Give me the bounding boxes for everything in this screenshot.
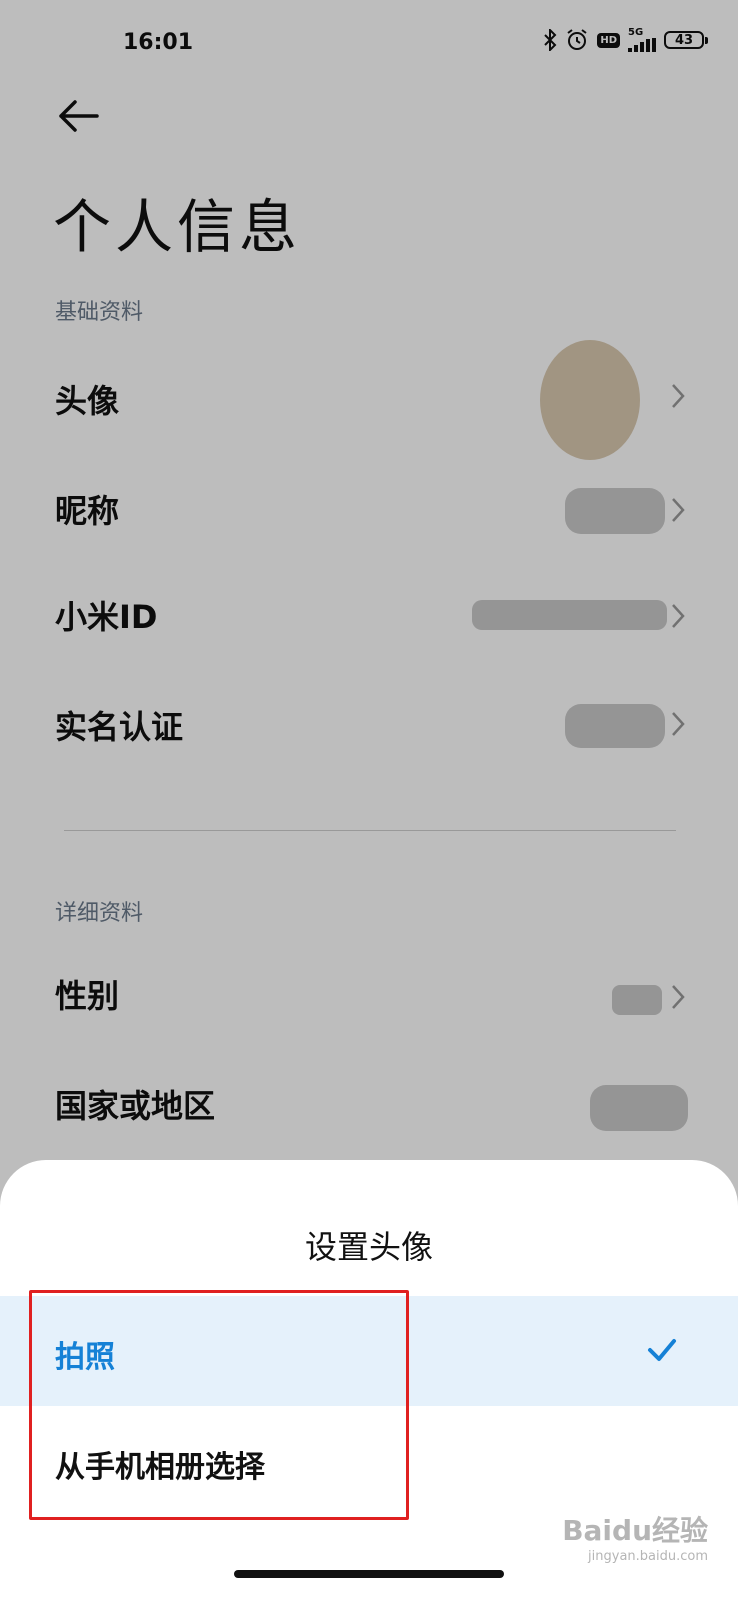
watermark-url: jingyan.baidu.com bbox=[588, 1549, 708, 1564]
watermark-brand: Baidu经验 bbox=[562, 1514, 708, 1547]
watermark: Baidu经验 jingyan.baidu.com bbox=[562, 1509, 708, 1564]
checkmark-icon bbox=[648, 1339, 676, 1361]
home-indicator[interactable] bbox=[234, 1570, 504, 1578]
highlight-box bbox=[29, 1290, 409, 1520]
sheet-title: 设置头像 bbox=[304, 1228, 433, 1266]
